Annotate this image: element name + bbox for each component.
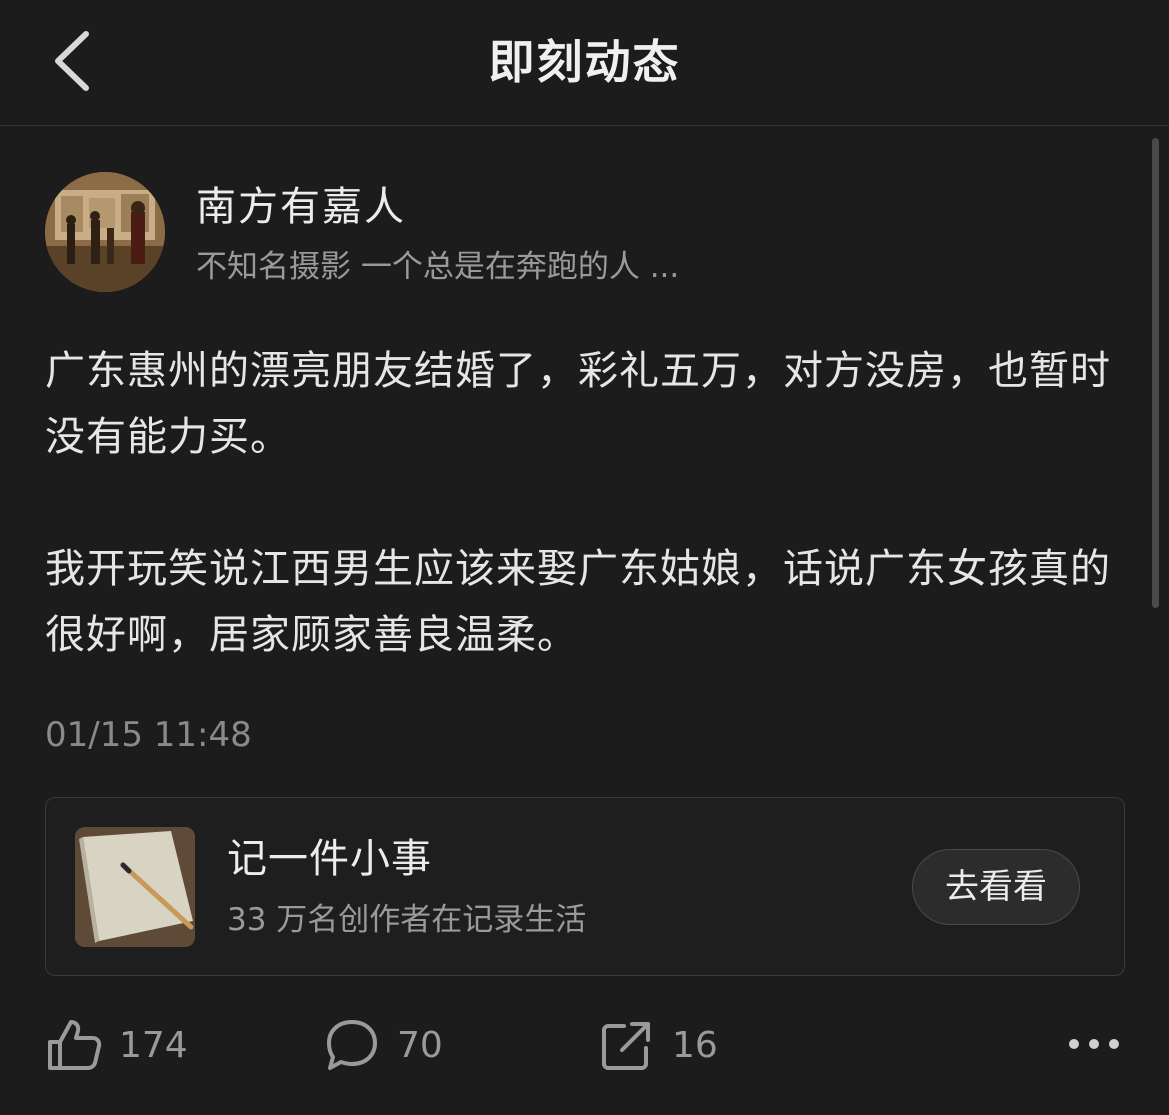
post-content: 广东惠州的漂亮朋友结婚了，彩礼五万，对方没房，也暂时没有能力买。 我开玩笑说江西… (45, 338, 1125, 668)
scrollbar[interactable] (1152, 138, 1159, 608)
page-title: 即刻动态 (488, 35, 681, 89)
comment-count: 70 (397, 1024, 443, 1066)
author-bio: 不知名摄影 一个总是在奔跑的人 ... (196, 249, 680, 285)
top-nav-bar: 即刻动态 (0, 0, 1169, 126)
notebook-image (75, 827, 195, 947)
promo-subtitle: 33 万名创作者在记录生活 (227, 902, 587, 938)
share-count: 16 (672, 1024, 718, 1066)
more-dots-icon (1069, 1039, 1119, 1049)
author-name[interactable]: 南方有嘉人 (196, 182, 406, 232)
post-timestamp: 01/15 11:48 (45, 715, 252, 755)
share-icon (602, 1022, 650, 1070)
topic-promo-card[interactable]: 记一件小事 33 万名创作者在记录生活 去看看 (45, 797, 1125, 976)
moment-detail-page: 即刻动态 南方有嘉人 不知名摄影 一个总是在奔跑的人 ... 广东惠州的漂亮朋友… (0, 0, 1169, 1115)
post-paragraph: 我开玩笑说江西男生应该来娶广东姑娘，话说广东女孩真的很好啊，居家顾家善良温柔。 (45, 546, 1111, 658)
comment-button[interactable]: 70 (323, 1010, 443, 1080)
avatar[interactable] (45, 172, 165, 292)
post-paragraph: 广东惠州的漂亮朋友结婚了，彩礼五万，对方没房，也暂时没有能力买。 (45, 348, 1111, 460)
like-count: 174 (119, 1024, 188, 1066)
more-button[interactable] (1062, 1022, 1126, 1066)
like-button[interactable]: 174 (45, 1010, 188, 1080)
thumbs-up-icon (48, 1020, 102, 1070)
share-button[interactable]: 16 (598, 1010, 718, 1080)
comment-bubble-icon (327, 1020, 377, 1070)
avatar-photo (45, 172, 165, 292)
notebook-thumbnail (75, 827, 195, 947)
view-button[interactable]: 去看看 (912, 849, 1080, 925)
promo-title: 记一件小事 (227, 836, 432, 882)
